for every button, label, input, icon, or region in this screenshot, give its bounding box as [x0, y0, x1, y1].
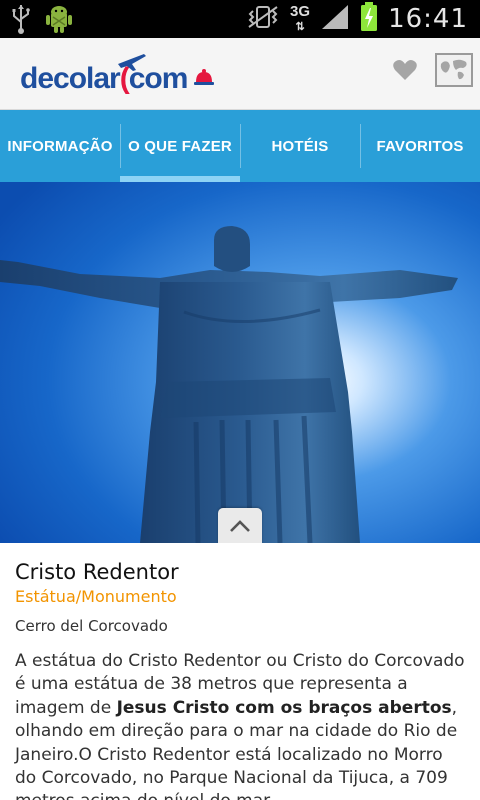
- screen: 3G ⇅ 16:41 decolar(com INFORMAÇÃO O QUE …: [0, 0, 480, 800]
- tab-label: HOTÉIS: [271, 137, 329, 155]
- notification-icons: [10, 3, 74, 39]
- attraction-category: Estátua/Monumento: [15, 587, 177, 606]
- tab-label: FAVORITOS: [376, 137, 464, 155]
- app-logo[interactable]: decolar(com: [20, 54, 215, 96]
- bell-icon: [193, 66, 215, 92]
- cristo-redentor-photo: [0, 182, 480, 543]
- hero-image: [0, 182, 480, 543]
- attraction-description: A estátua do Cristo Redentor ou Cristo d…: [15, 650, 465, 800]
- logo-text: decolar(com: [20, 62, 188, 96]
- tab-informacao[interactable]: INFORMAÇÃO: [0, 110, 120, 182]
- tab-o-que-fazer[interactable]: O QUE FAZER: [120, 110, 240, 182]
- header-actions: [392, 52, 474, 92]
- attraction-detail: Cristo Redentor Estátua/Monumento Cerro …: [0, 543, 480, 800]
- status-bar: 3G ⇅ 16:41: [0, 0, 480, 38]
- signal-icon: [320, 3, 350, 35]
- logo-part-1: decolar: [20, 62, 121, 95]
- attraction-location: Cerro del Corcovado: [15, 617, 168, 635]
- tab-label: INFORMAÇÃO: [7, 137, 113, 155]
- heart-icon[interactable]: [392, 58, 418, 86]
- airplane-icon: [116, 50, 148, 76]
- tab-favoritos[interactable]: FAVORITOS: [360, 110, 480, 182]
- app-header: decolar(com: [0, 38, 480, 110]
- network-type-label: 3G: [290, 2, 311, 20]
- attraction-title: Cristo Redentor: [15, 560, 179, 584]
- collapse-button[interactable]: [218, 508, 262, 543]
- map-icon[interactable]: [434, 52, 474, 92]
- tab-hoteis[interactable]: HOTÉIS: [240, 110, 360, 182]
- tab-bar: INFORMAÇÃO O QUE FAZER HOTÉIS FAVORITOS: [0, 110, 480, 182]
- description-bold-text: Jesus Cristo com os braços abertos: [116, 697, 452, 718]
- chevron-up-icon: [229, 519, 251, 533]
- vibrate-icon: [246, 4, 280, 34]
- android-debug-icon: [44, 3, 74, 39]
- 3g-data-icon: 3G ⇅: [290, 2, 311, 33]
- system-icons: 3G ⇅ 16:41: [246, 0, 468, 38]
- tab-label: O QUE FAZER: [128, 137, 232, 155]
- usb-icon: [10, 3, 32, 39]
- battery-charging-icon: [360, 2, 378, 36]
- clock: 16:41: [388, 4, 468, 34]
